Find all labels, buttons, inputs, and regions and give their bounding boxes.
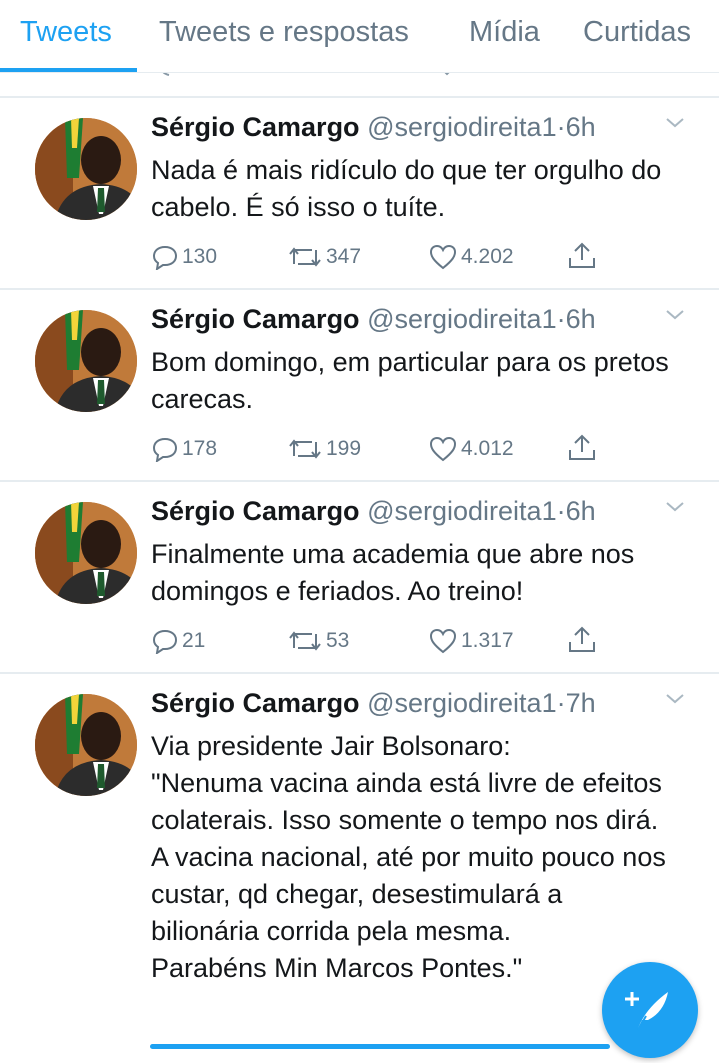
reply-icon [152,437,178,462]
tweet-header: Sérgio Camargo @sergiodireita1·6h [151,112,596,143]
tab-media[interactable]: Mídia [469,16,540,49]
tweet-text: Nada é mais ridículo do que ter orgulho … [151,155,662,222]
reply-count: 178 [182,437,218,460]
author-handle[interactable]: @sergiodireita1 [367,112,557,142]
reply-count: 130 [182,245,218,268]
tweet-time[interactable]: 6h [566,112,596,142]
reply-button[interactable]: 21 [152,628,205,654]
retweet-icon [289,631,321,651]
retweet-icon [298,73,324,79]
reply-button[interactable]: 178 [152,436,217,462]
tab-tweets[interactable]: Tweets [20,16,112,49]
avatar[interactable] [35,118,137,220]
author-name[interactable]: Sérgio Camargo [151,112,360,142]
separator-dot: · [556,688,566,718]
previous-tweet-actions-cut [0,73,719,83]
tweet[interactable]: Sérgio Camargo @sergiodireita1·6h Finalm… [0,482,719,672]
avatar-image [35,118,137,220]
like-button[interactable]: 1.317 [429,628,514,654]
retweet-button[interactable]: 199 [288,436,361,462]
like-count: 1.317 [461,629,514,652]
like-button[interactable]: 4.202 [429,244,514,270]
like-count: 4.202 [461,245,514,268]
chevron-down-icon[interactable] [664,116,686,130]
like-count: 4.012 [461,437,514,460]
chevron-down-icon[interactable] [664,692,686,706]
author-name[interactable]: Sérgio Camargo [151,304,360,334]
reply-icon [162,73,170,76]
avatar[interactable] [35,502,137,604]
tweet-time[interactable]: 6h [566,304,596,334]
heart-icon [429,628,457,654]
author-handle[interactable]: @sergiodireita1 [367,496,557,526]
tweet-text: Via presidente Jair Bolsonaro: "Nenuma v… [151,731,666,983]
reply-button[interactable]: 130 [152,244,217,270]
reply-icon [152,245,178,270]
tweet-time[interactable]: 6h [566,496,596,526]
like-button[interactable]: 4.012 [429,436,514,462]
retweet-button[interactable]: 347 [288,244,361,270]
avatar-image [35,502,137,604]
retweet-icon [289,439,321,459]
separator-dot: · [556,112,566,142]
compose-tweet-icon [625,992,668,1031]
reply-icon [152,629,178,654]
chevron-down-icon[interactable] [664,500,686,514]
heart-icon [429,244,457,270]
author-handle[interactable]: @sergiodireita1 [367,304,557,334]
avatar-image [35,310,137,412]
avatar-image [35,694,137,796]
tweet[interactable]: Sérgio Camargo @sergiodireita1·6h Nada é… [0,98,719,288]
share-button[interactable] [567,434,597,462]
chevron-down-icon[interactable] [664,308,686,322]
compose-tweet-button[interactable] [602,962,698,1058]
tweet-header: Sérgio Camargo @sergiodireita1·6h [151,496,596,527]
retweet-button[interactable]: 53 [288,628,349,654]
tab-tweets-and-replies[interactable]: Tweets e respostas [159,16,409,49]
share-button[interactable] [567,242,597,270]
share-icon [569,626,595,652]
avatar[interactable] [35,310,137,412]
retweet-count: 199 [326,437,362,460]
separator-dot: · [556,496,566,526]
retweet-icon [289,247,321,267]
heart-icon [444,73,450,76]
tweet[interactable]: Sérgio Camargo @sergiodireita1·6h Bom do… [0,290,719,480]
tweet-text: Finalmente uma academia que abre nos dom… [151,539,635,606]
author-handle[interactable]: @sergiodireita1 [367,688,557,718]
share-icon [569,242,595,268]
profile-tabs: Tweets Tweets e respostas Mídia Curtidas [0,0,719,72]
reply-count: 21 [182,629,206,652]
next-item-edge [150,1044,610,1049]
avatar[interactable] [35,694,137,796]
retweet-count: 347 [326,245,362,268]
share-button[interactable] [567,626,597,654]
tweet-header: Sérgio Camargo @sergiodireita1·6h [151,304,596,335]
tweet-header: Sérgio Camargo @sergiodireita1·7h [151,688,596,719]
author-name[interactable]: Sérgio Camargo [151,496,360,526]
heart-icon [429,436,457,462]
tweet-text: Bom domingo, em particular para os preto… [151,347,669,414]
author-name[interactable]: Sérgio Camargo [151,688,360,718]
retweet-count: 53 [326,629,350,652]
tab-likes[interactable]: Curtidas [583,16,691,49]
separator-dot: · [556,304,566,334]
share-icon [570,73,600,79]
share-icon [569,434,595,460]
tweet-time[interactable]: 7h [566,688,596,718]
